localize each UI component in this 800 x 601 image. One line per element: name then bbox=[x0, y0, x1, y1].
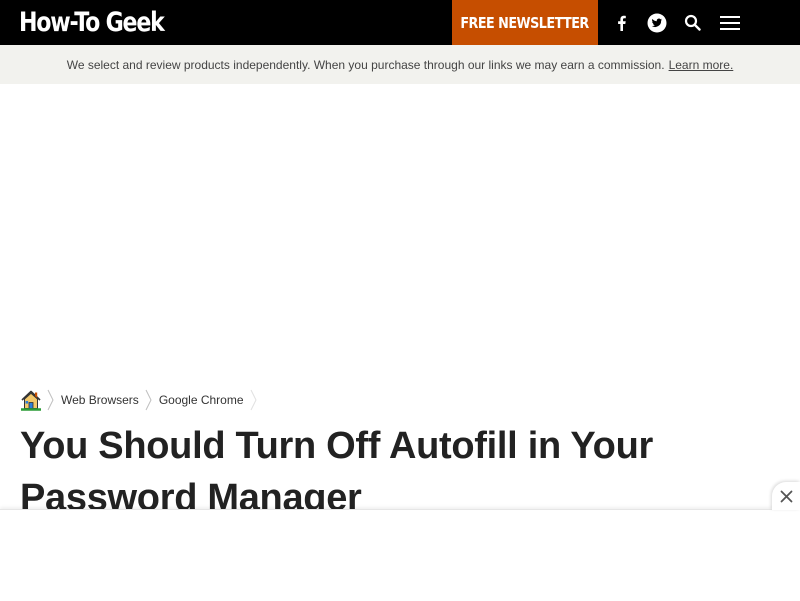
breadcrumb-item-web-browsers[interactable]: Web Browsers bbox=[61, 393, 139, 407]
site-logo[interactable]: How-To Geek bbox=[19, 5, 165, 39]
close-glyph bbox=[780, 490, 792, 502]
free-newsletter-button[interactable]: FREE NEWSLETTER bbox=[452, 0, 598, 45]
search-icon[interactable] bbox=[681, 0, 703, 45]
affiliate-disclosure: We select and review products independen… bbox=[0, 45, 800, 84]
breadcrumb-separator bbox=[247, 387, 261, 413]
facebook-glyph bbox=[617, 15, 626, 31]
breadcrumb-separator bbox=[142, 387, 156, 413]
menu-icon[interactable] bbox=[716, 0, 744, 45]
disclosure-text: We select and review products independen… bbox=[66, 57, 665, 72]
breadcrumb: Web Browsers Google Chrome bbox=[20, 387, 261, 413]
site-header: How-To Geek FREE NEWSLETTER bbox=[0, 0, 800, 45]
menu-glyph bbox=[720, 15, 740, 30]
breadcrumb-separator bbox=[44, 387, 58, 413]
breadcrumb-item-google-chrome[interactable]: Google Chrome bbox=[159, 393, 244, 407]
chevron-right-icon bbox=[145, 389, 152, 411]
home-icon[interactable] bbox=[20, 388, 44, 412]
close-icon[interactable] bbox=[772, 482, 800, 510]
newsletter-label: FREE NEWSLETTER bbox=[460, 13, 590, 32]
bottom-ad-banner bbox=[0, 509, 800, 601]
chevron-right-icon bbox=[250, 389, 257, 411]
chevron-right-icon bbox=[47, 389, 54, 411]
search-glyph bbox=[684, 14, 701, 31]
twitter-icon[interactable] bbox=[644, 0, 669, 45]
home-glyph bbox=[21, 390, 41, 411]
facebook-icon[interactable] bbox=[609, 0, 633, 45]
learn-more-link[interactable]: Learn more. bbox=[669, 58, 734, 72]
twitter-glyph bbox=[647, 13, 666, 32]
logo-text: How-To Geek bbox=[19, 6, 165, 38]
